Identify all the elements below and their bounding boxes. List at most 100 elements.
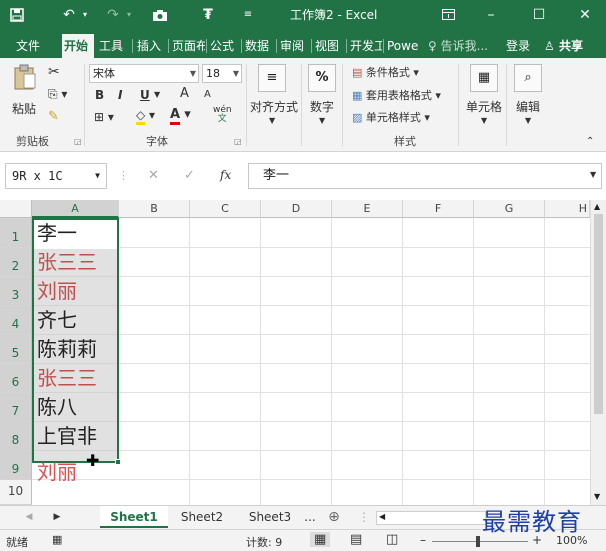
save-icon[interactable] bbox=[6, 0, 28, 30]
camera-icon[interactable] bbox=[148, 0, 172, 30]
close-button[interactable]: ✕ bbox=[570, 0, 600, 30]
row-header-3[interactable]: 3 bbox=[0, 277, 32, 306]
font-launcher-icon[interactable]: ◲ bbox=[234, 137, 242, 146]
zoom-slider-thumb[interactable] bbox=[476, 536, 480, 547]
row-header-9[interactable]: 9 bbox=[0, 451, 32, 480]
column-header-e[interactable]: E bbox=[332, 200, 403, 218]
column-header-a[interactable]: A bbox=[32, 200, 119, 218]
worksheet-grid[interactable]: A B C D E F G H 1 2 3 4 5 6 7 8 9 10 李一 … bbox=[0, 200, 606, 505]
row-header-1[interactable]: 1 bbox=[0, 218, 32, 248]
ribbon-display-options-icon[interactable] bbox=[436, 0, 460, 30]
copy-icon[interactable]: ⎘ ▾ bbox=[48, 87, 67, 102]
collapse-ribbon-icon[interactable]: ⌃ bbox=[586, 136, 594, 147]
row-header-2[interactable]: 2 bbox=[0, 248, 32, 277]
sheet-tab-sheet2[interactable]: Sheet2 bbox=[170, 506, 234, 528]
row-header-8[interactable]: 8 bbox=[0, 422, 32, 451]
cell-a2[interactable]: 张三三 bbox=[33, 248, 118, 277]
column-header-b[interactable]: B bbox=[119, 200, 190, 218]
cell-a5[interactable]: 陈莉莉 bbox=[33, 335, 118, 364]
minimize-button[interactable]: – bbox=[476, 0, 506, 30]
format-painter-icon[interactable]: ✎ bbox=[48, 109, 59, 124]
formula-input[interactable]: 李一 bbox=[248, 163, 602, 189]
scroll-left-icon[interactable]: ◀ bbox=[379, 512, 385, 521]
tab-view[interactable]: 视图 bbox=[313, 34, 345, 58]
row-header-4[interactable]: 4 bbox=[0, 306, 32, 335]
tab-data[interactable]: 数据 bbox=[243, 34, 275, 58]
conditional-formatting-button[interactable]: ▤ 条件格式 ▾ bbox=[352, 64, 419, 80]
column-header-h[interactable]: H bbox=[545, 200, 590, 218]
vertical-scrollbar[interactable]: ▲ ▼ bbox=[590, 200, 606, 505]
alignment-button[interactable]: 对齐方式 bbox=[250, 98, 298, 115]
normal-view-icon[interactable]: ▦ bbox=[310, 532, 331, 547]
select-all-corner[interactable] bbox=[0, 200, 32, 218]
editing-button[interactable]: 编辑 bbox=[516, 98, 540, 115]
share-button[interactable]: ♙ 共享 bbox=[542, 34, 602, 58]
cells-icon[interactable]: ▦ bbox=[470, 64, 498, 92]
decrease-font-button[interactable]: A bbox=[204, 89, 211, 100]
borders-icon[interactable]: ⊞ ▾ bbox=[94, 110, 114, 124]
clipboard-launcher-icon[interactable]: ◲ bbox=[74, 137, 82, 146]
cell-a3[interactable]: 刘丽 bbox=[33, 277, 118, 306]
page-layout-view-icon[interactable]: ▤ bbox=[350, 532, 362, 547]
column-header-g[interactable]: G bbox=[474, 200, 545, 218]
row-header-7[interactable]: 7 bbox=[0, 393, 32, 422]
cell-a8[interactable]: 上官非 bbox=[33, 422, 118, 451]
name-box[interactable]: 9R x 1C ▼ bbox=[5, 163, 107, 189]
scroll-thumb[interactable] bbox=[594, 214, 603, 414]
login-link[interactable]: 登录 bbox=[504, 34, 532, 58]
macro-record-icon[interactable]: ▦ bbox=[52, 533, 62, 546]
column-header-d[interactable]: D bbox=[261, 200, 332, 218]
phonetic-guide-button[interactable]: wén 文 bbox=[213, 106, 232, 124]
tab-review[interactable]: 审阅 bbox=[278, 34, 310, 58]
tab-home[interactable]: 开始 bbox=[62, 34, 94, 58]
cut-icon[interactable]: ✂ bbox=[48, 64, 60, 80]
cells-button[interactable]: 单元格 bbox=[466, 98, 502, 115]
insert-function-icon[interactable]: fx bbox=[220, 168, 231, 182]
enter-icon[interactable]: ✓ bbox=[184, 168, 195, 183]
tab-file[interactable]: 文件 bbox=[14, 34, 44, 58]
row-header-6[interactable]: 6 bbox=[0, 364, 32, 393]
font-color-button[interactable]: A ▾ bbox=[170, 107, 191, 125]
scroll-up-icon[interactable]: ▲ bbox=[594, 202, 600, 211]
row-header-10[interactable]: 10 bbox=[0, 480, 32, 505]
bold-button[interactable]: B bbox=[95, 88, 104, 102]
column-header-f[interactable]: F bbox=[403, 200, 474, 218]
qat-dropdown-icon[interactable]: ≡ bbox=[240, 0, 256, 30]
more-sheets-button[interactable]: ... bbox=[302, 506, 318, 528]
cancel-icon[interactable]: ✕ bbox=[148, 168, 159, 183]
scroll-down-icon[interactable]: ▼ bbox=[594, 492, 600, 501]
format-as-table-button[interactable]: ▦ 套用表格格式 ▾ bbox=[352, 87, 441, 103]
sheet-tab-sheet1[interactable]: Sheet1 bbox=[100, 506, 168, 528]
tab-tools[interactable]: 工具 bbox=[97, 34, 130, 58]
fill-handle[interactable] bbox=[115, 459, 121, 465]
cell-styles-button[interactable]: ▨ 单元格样式 ▾ bbox=[352, 109, 430, 125]
expand-formula-icon[interactable]: ▼ bbox=[590, 170, 596, 179]
next-sheet-icon[interactable]: ▶ bbox=[50, 506, 64, 528]
prev-sheet-icon[interactable]: ◀ bbox=[22, 506, 36, 528]
cell-a1[interactable]: 李一 bbox=[33, 219, 118, 248]
tell-me-search[interactable]: ♀ 告诉我... bbox=[426, 34, 496, 58]
font-size-combo[interactable]: 18 ▼ bbox=[202, 64, 242, 83]
cell-a4[interactable]: 齐七 bbox=[33, 306, 118, 335]
number-format-icon[interactable]: % bbox=[308, 64, 336, 92]
zoom-out-button[interactable]: – bbox=[420, 533, 426, 547]
tab-developer[interactable]: 开发工 bbox=[348, 34, 382, 58]
redo-icon[interactable]: ↷ bbox=[102, 0, 124, 30]
tab-formulas[interactable]: 公式 bbox=[208, 34, 240, 58]
horizontal-scrollbar[interactable]: ◀ bbox=[376, 511, 486, 525]
tab-insert[interactable]: 插入 bbox=[135, 34, 167, 58]
undo-icon[interactable]: ↶ bbox=[58, 0, 80, 30]
font-name-combo[interactable]: 宋体 ▼ bbox=[89, 64, 199, 83]
cell-a6[interactable]: 张三三 bbox=[33, 364, 118, 393]
cell-a7[interactable]: 陈八 bbox=[33, 393, 118, 422]
underline-button[interactable]: U bbox=[140, 88, 150, 102]
search-icon[interactable]: ⌕ bbox=[514, 64, 542, 92]
cell-a9[interactable]: 刘丽 bbox=[33, 458, 118, 487]
undo-dropdown-icon[interactable]: ▾ bbox=[80, 0, 90, 30]
tab-page-layout[interactable]: 页面布 bbox=[170, 34, 205, 58]
sheet-tab-sheet3[interactable]: Sheet3 bbox=[238, 506, 302, 528]
tab-power[interactable]: Powe bbox=[385, 34, 419, 58]
number-button[interactable]: 数字 bbox=[310, 98, 334, 115]
fill-color-icon[interactable]: ◇ ▾ bbox=[136, 108, 155, 125]
page-break-view-icon[interactable]: ◫ bbox=[386, 532, 398, 547]
